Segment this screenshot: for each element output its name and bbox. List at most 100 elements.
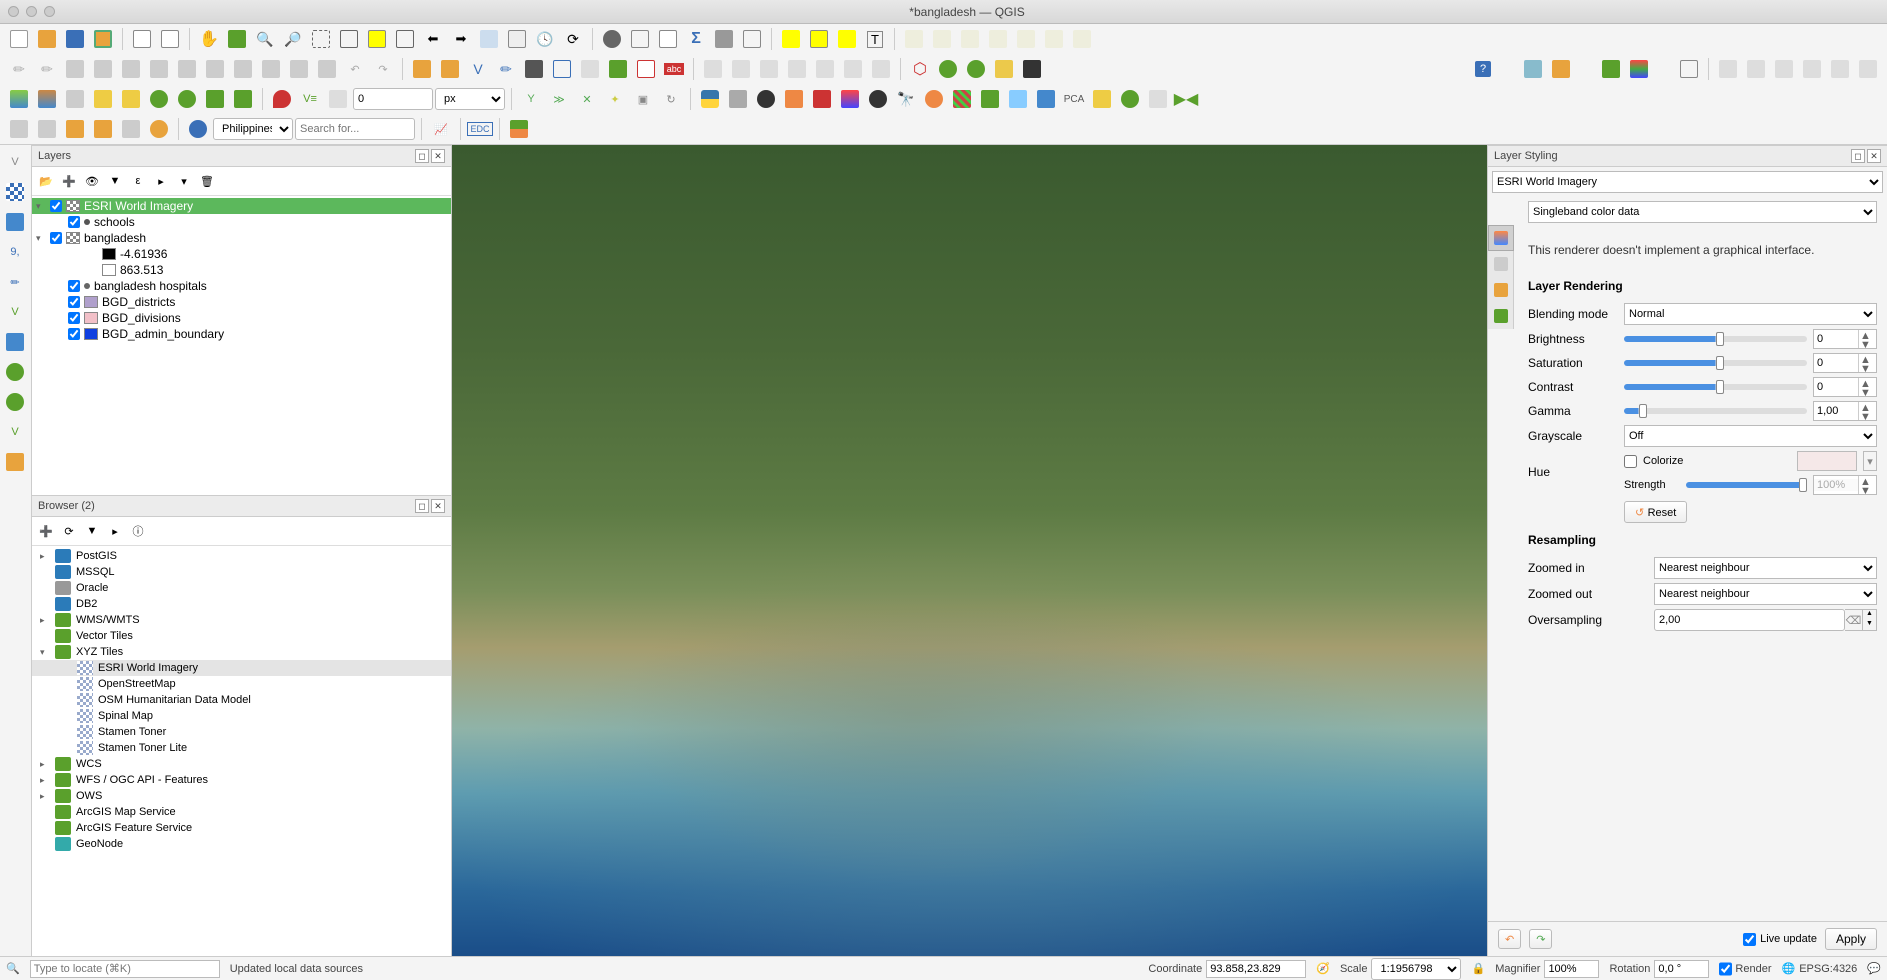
colorize-color-button[interactable]	[1797, 451, 1857, 471]
text-annotation-button[interactable]: T	[862, 26, 888, 52]
saturation-slider[interactable]	[1624, 360, 1807, 366]
browser-row[interactable]: OSM Humanitarian Data Model	[32, 692, 451, 708]
adv-digitize-3[interactable]	[1771, 56, 1797, 82]
minimize-window-button[interactable]	[26, 6, 37, 17]
layers-expand-button[interactable]: ▸	[151, 171, 171, 191]
plugin-g8[interactable]	[921, 86, 947, 112]
browser-row[interactable]: GeoNode	[32, 836, 451, 852]
layer-row[interactable]: BGD_admin_boundary	[32, 326, 451, 342]
contrast-spin[interactable]: ▲▼	[1813, 377, 1877, 397]
python-console-button[interactable]	[697, 86, 723, 112]
temporal-controller-button[interactable]: 🕓	[532, 26, 558, 52]
db-6-button[interactable]	[146, 116, 172, 142]
symbology-tab[interactable]	[1488, 225, 1514, 251]
styling-close-button[interactable]: ✕	[1867, 149, 1881, 163]
vector-layer-button[interactable]: V	[2, 149, 28, 175]
statistical-summary-button[interactable]: Σ	[683, 26, 709, 52]
live-update-toggle[interactable]: Live update	[1743, 933, 1817, 946]
browser-row[interactable]: ▸WMS/WMTS	[32, 612, 451, 628]
plugin-g17[interactable]: ▶◀	[1173, 86, 1199, 112]
search-region-select[interactable]: Philippines	[213, 118, 293, 140]
measure-button[interactable]	[711, 26, 737, 52]
extents-icon[interactable]: 🧭	[1316, 962, 1330, 975]
browser-row[interactable]: OpenStreetMap	[32, 676, 451, 692]
browser-properties-button[interactable]: ⓘ	[128, 521, 148, 541]
grayscale-select[interactable]: Off	[1624, 425, 1877, 447]
map-canvas[interactable]	[452, 145, 1487, 956]
plugin-g15[interactable]	[1117, 86, 1143, 112]
browser-row[interactable]: ArcGIS Map Service	[32, 804, 451, 820]
interpolation-2-button[interactable]	[34, 86, 60, 112]
oversampling-clear-button[interactable]: ⌫	[1845, 609, 1863, 631]
styling-undock-button[interactable]: ◻	[1851, 149, 1865, 163]
browser-row[interactable]: ▸PostGIS	[32, 548, 451, 564]
action-button[interactable]	[627, 26, 653, 52]
apply-button[interactable]: Apply	[1825, 928, 1877, 950]
snap-unit-select[interactable]: px	[435, 88, 505, 110]
layers-add-group-button[interactable]: ➕	[59, 171, 79, 191]
redo-button[interactable]: ↷	[370, 56, 396, 82]
colorize-checkbox[interactable]	[1624, 455, 1637, 468]
zoom-selection-button[interactable]	[364, 26, 390, 52]
resampling-tab[interactable]	[1488, 303, 1514, 329]
plugin-g5[interactable]	[837, 86, 863, 112]
plugin-g10[interactable]	[977, 86, 1003, 112]
add-delimited-button[interactable]	[633, 56, 659, 82]
reset-button[interactable]: ↺ Reset	[1624, 501, 1687, 523]
db-3-button[interactable]	[62, 116, 88, 142]
layers-remove-button[interactable]: 🗑	[197, 171, 217, 191]
zoom-native-button[interactable]	[308, 26, 334, 52]
shape-digitize-5[interactable]	[812, 56, 838, 82]
db-1-button[interactable]	[6, 116, 32, 142]
topo-4-button[interactable]: ✦	[602, 86, 628, 112]
digitize-button[interactable]	[118, 56, 144, 82]
label-toolbar-4[interactable]	[985, 26, 1011, 52]
toggle-editing-button[interactable]: ✏	[34, 56, 60, 82]
topo-5-button[interactable]: ▣	[630, 86, 656, 112]
browser-refresh-button[interactable]: ⟳	[59, 521, 79, 541]
search-input[interactable]	[295, 118, 415, 140]
magnifier-input[interactable]	[1544, 960, 1599, 978]
plugin-g9[interactable]	[949, 86, 975, 112]
plugin-g1[interactable]	[725, 86, 751, 112]
raster-tool-2[interactable]	[118, 86, 144, 112]
data-source-manager-button[interactable]	[409, 56, 435, 82]
plugin-g7[interactable]: 🔭	[893, 86, 919, 112]
zoomed-out-select[interactable]: Nearest neighbour	[1654, 583, 1877, 605]
browser-collapse-button[interactable]: ▸	[105, 521, 125, 541]
layer-visibility-checkbox[interactable]	[68, 312, 80, 324]
shape-digitize-1[interactable]	[700, 56, 726, 82]
brightness-slider[interactable]	[1624, 336, 1807, 342]
layer-row[interactable]: BGD_districts	[32, 294, 451, 310]
colors-button[interactable]	[506, 116, 532, 142]
vertex-tool-button[interactable]	[174, 56, 200, 82]
ors-tools-button[interactable]	[1019, 56, 1045, 82]
snapping-button[interactable]	[269, 86, 295, 112]
plugin-g12[interactable]	[1033, 86, 1059, 112]
plugin-a-button[interactable]	[1520, 56, 1546, 82]
deselect-button[interactable]	[834, 26, 860, 52]
layer-visibility-checkbox[interactable]	[68, 296, 80, 308]
layer-row[interactable]: ▾bangladesh	[32, 230, 451, 246]
label-toolbar-3[interactable]	[957, 26, 983, 52]
layer-visibility-checkbox[interactable]	[50, 200, 62, 212]
raster-tool-5[interactable]	[202, 86, 228, 112]
new-memory-button[interactable]	[521, 56, 547, 82]
plugin-d-button[interactable]	[1626, 56, 1652, 82]
style-manager-button[interactable]	[157, 26, 183, 52]
plugin-g3[interactable]	[781, 86, 807, 112]
layers-expression-button[interactable]: ε	[128, 171, 148, 191]
browser-row[interactable]: ▾XYZ Tiles	[32, 644, 451, 660]
adv-digitize-1[interactable]	[1715, 56, 1741, 82]
adv-digitize-6[interactable]	[1855, 56, 1881, 82]
zoom-in-button[interactable]: 🔍	[252, 26, 278, 52]
saturation-spin[interactable]: ▲▼	[1813, 353, 1877, 373]
plugin-g16[interactable]	[1145, 86, 1171, 112]
zoom-window-button[interactable]	[44, 6, 55, 17]
raster-tool-6[interactable]	[230, 86, 256, 112]
brightness-spin[interactable]: ▲▼	[1813, 329, 1877, 349]
refresh-button[interactable]: ⟳	[560, 26, 586, 52]
quickosm-button[interactable]	[963, 56, 989, 82]
browser-row[interactable]: Oracle	[32, 580, 451, 596]
raster-tool-4[interactable]	[174, 86, 200, 112]
